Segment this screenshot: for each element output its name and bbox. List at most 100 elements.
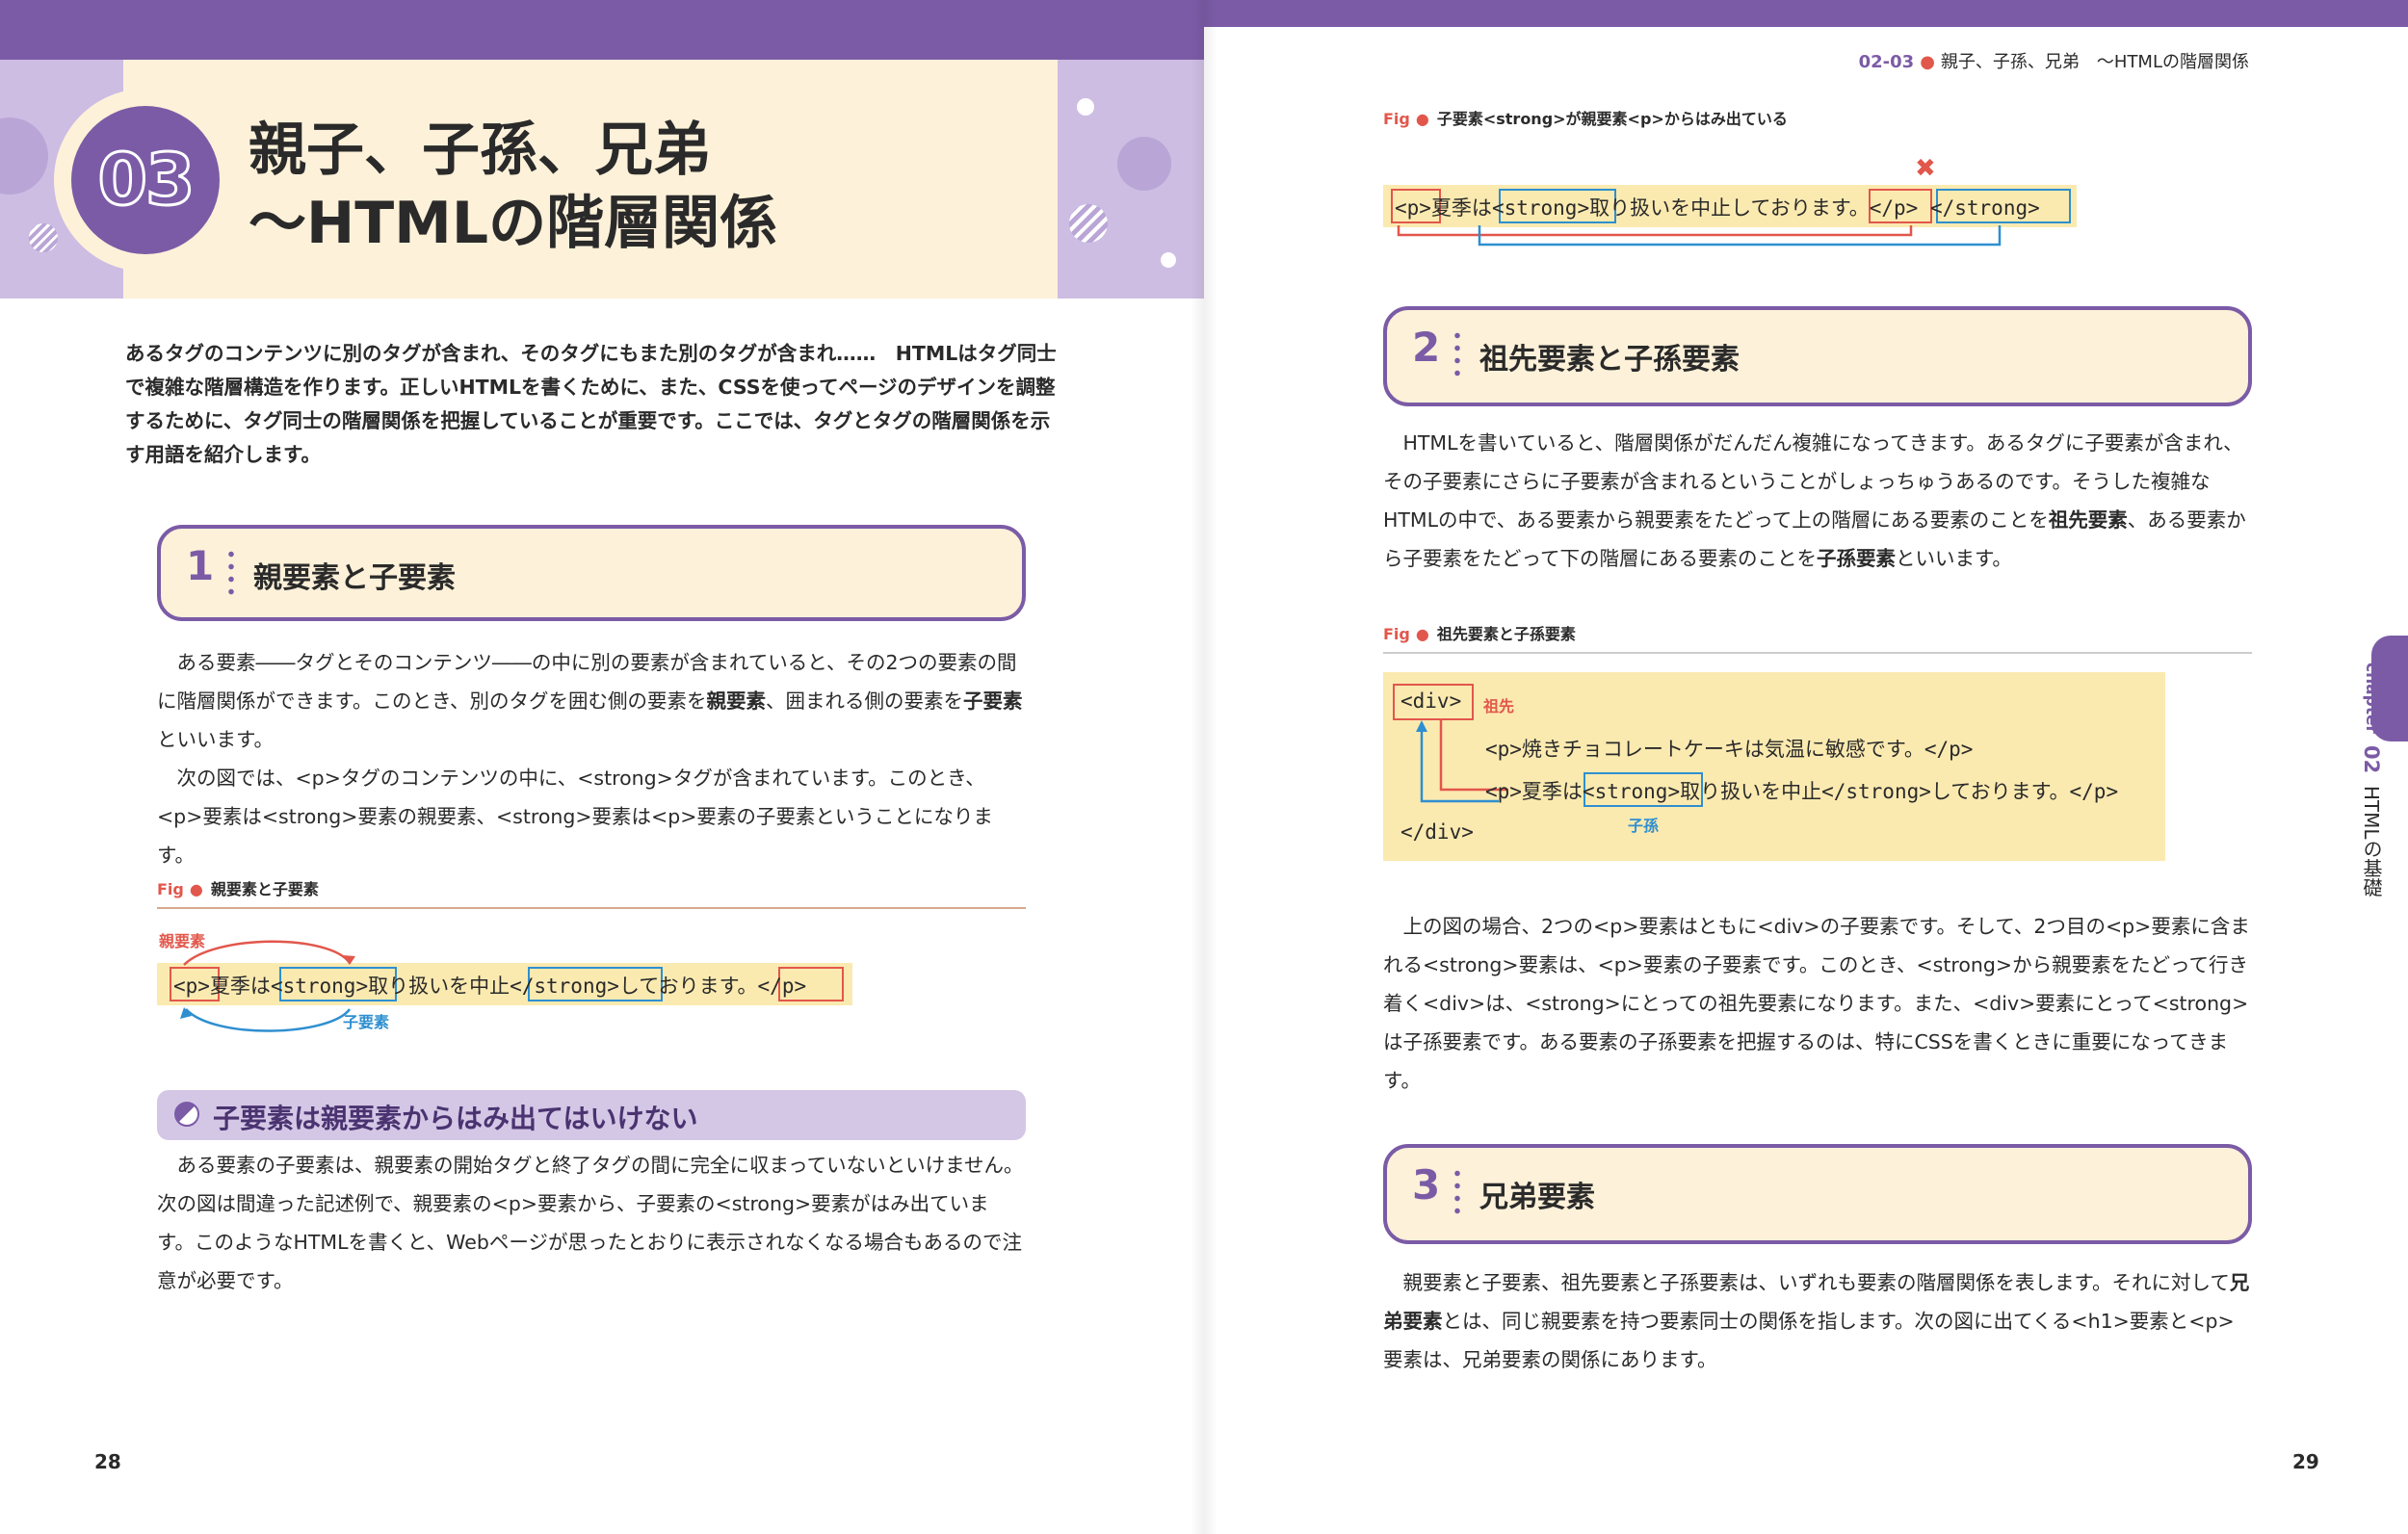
section-number: 3: [1412, 1161, 1441, 1209]
running-head: 02-03 ● 親子、子孫、兄弟 ～HTMLの階層関係: [1859, 48, 2249, 73]
descendant-arrowhead: [1416, 720, 1427, 732]
fig3-line-1: <div>: [1400, 689, 1462, 713]
figure-caption: Fig ● 親要素と子要素: [157, 876, 319, 899]
code-token: 取り扱いを中止しております。: [1589, 196, 1870, 220]
text-run: とは、同じ親要素を持つ要素同士の関係を指します。次の図に出てくる<h1>要素と<…: [1383, 1310, 2235, 1371]
figure-caption: Fig ● 祖先要素と子孫要素: [1383, 621, 1576, 644]
text-run: 、囲まれる側の要素を: [766, 689, 964, 713]
side-chapter-word: chapter: [2362, 663, 2381, 734]
section-number: 2: [1412, 324, 1441, 371]
tip-icon: [174, 1102, 199, 1127]
decor-circle: [1077, 98, 1094, 116]
error-mark-icon: ✖: [1915, 154, 1936, 183]
fig-label: Fig: [1383, 625, 1410, 643]
right-page: 02-03 ● 親子、子孫、兄弟 ～HTMLの階層関係 Fig ● 子要素<strong…: [1204, 0, 2408, 1534]
chapter-number: 03: [96, 138, 196, 223]
code-token: <strong>: [1582, 780, 1681, 803]
fig-dot: ●: [1415, 110, 1429, 128]
running-head-dot: ●: [1920, 52, 1935, 72]
section-heading-3: 3 兄弟要素: [1383, 1144, 2252, 1244]
running-head-text: 親子、子孫、兄弟 ～HTMLの階層関係: [1940, 52, 2249, 72]
code-token: <p>夏季は: [1485, 780, 1583, 803]
tip-title: 子要素は親要素からはみ出てはいけない: [213, 1103, 698, 1134]
text-run: といいます。: [1895, 547, 2012, 570]
fig-dot: ●: [189, 880, 203, 898]
chapter-title-line1: 親子、子孫、兄弟: [249, 117, 711, 184]
code-token: 取り扱いを中止: [368, 975, 510, 998]
section-divider-dots: [228, 548, 234, 598]
page-number: 29: [2292, 1450, 2319, 1473]
figure-rule: [1383, 652, 2252, 654]
child-label: 子要素: [343, 1013, 390, 1031]
code-token: 夏季は: [209, 975, 271, 998]
fig-caption-text: 祖先要素と子孫要素: [1436, 625, 1576, 643]
code-token: </p>: [757, 975, 807, 998]
p-bracket: [1397, 225, 1913, 237]
book-gutter-shadow: [1191, 0, 1217, 1534]
side-chapter-title: HTMLの基礎: [2360, 785, 2383, 897]
fig3-line-3: <p>夏季は<strong>取り扱いを中止</strong>しております。</p…: [1485, 776, 2118, 805]
top-band: [1204, 0, 2408, 27]
text-run: といいます。: [157, 728, 274, 751]
code-token: <p>: [173, 975, 210, 998]
decor-circle: [1069, 204, 1108, 243]
fig2-code: <p>夏季は<strong>取り扱いを中止しております。</p> </stron…: [1395, 193, 2040, 221]
term-ancestor: 祖先要素: [2048, 508, 2128, 532]
running-head-code: 02-03: [1858, 52, 1915, 72]
decor-circle: [0, 117, 48, 195]
fig1-code: <p>夏季は<strong>取り扱いを中止</strong>しております。</p…: [173, 971, 806, 1000]
section-heading-1: 1 親要素と子要素: [157, 525, 1026, 621]
page-number: 28: [94, 1450, 121, 1473]
fig-caption-text: 親要素と子要素: [210, 880, 319, 898]
section-title: 兄弟要素: [1479, 1181, 1595, 1214]
figure-caption: Fig ● 子要素<strong>が親要素<p>からはみ出ている: [1383, 106, 1788, 129]
left-page: 03 親子、子孫、兄弟 ～HTMLの階層関係 あるタグのコンテンツに別のタグが含…: [0, 0, 1204, 1534]
section-heading-2: 2 祖先要素と子孫要素: [1383, 306, 2252, 406]
section-title: 親要素と子要素: [253, 561, 456, 595]
section-divider-dots: [1454, 1167, 1460, 1217]
code-token: </p>: [1869, 196, 1919, 220]
fig-caption-text: 子要素<strong>が親要素<p>からはみ出ている: [1436, 110, 1788, 128]
code-token: しております。: [618, 975, 758, 998]
top-band: [0, 0, 1204, 60]
code-token: </strong>: [510, 975, 619, 998]
term-child: 子要素: [963, 689, 1023, 713]
fig-label: Fig: [157, 880, 184, 898]
chapter-side-label: chapter 02 HTMLの基礎: [2358, 663, 2386, 897]
section1-paragraph-1: ある要素――タグとそのコンテンツ――の中に別の要素が含まれていると、その2つの要…: [157, 643, 1026, 759]
chapter-title: 親子、子孫、兄弟 ～HTMLの階層関係: [249, 114, 777, 260]
code-token: <strong>: [270, 975, 369, 998]
parent-arrowhead: [343, 955, 355, 965]
fig-dot: ●: [1415, 625, 1429, 643]
tip-paragraph: ある要素の子要素は、親要素の開始タグと終了タグの間に完全に収まっていないといけま…: [157, 1154, 1024, 1292]
code-token: 夏季は: [1430, 196, 1492, 220]
decor-circle: [29, 223, 58, 252]
code-token: 取り扱いを中止</strong>しております。</p>: [1680, 780, 2119, 803]
decor-circle: [1161, 252, 1176, 268]
section1-paragraph-2: 次の図では、<p>タグのコンテンツの中に、<strong>タグが含まれています。…: [157, 767, 993, 867]
chapter-number-badge: 03: [71, 106, 220, 254]
tip-heading: 子要素は親要素からはみ出てはいけない: [157, 1090, 1026, 1140]
section-divider-dots: [1454, 329, 1460, 379]
fig2-brackets: [1397, 225, 2002, 247]
section3-paragraph: 親要素と子要素、祖先要素と子孫要素は、いずれも要素の階層関係を表します。それに対…: [1383, 1263, 2252, 1379]
chapter-title-line2: ～HTMLの階層関係: [249, 190, 778, 257]
fig3-line-4: </div>: [1400, 820, 1474, 844]
term-descendant: 子孫要素: [1816, 547, 1896, 570]
section2-paragraph: HTMLを書いていると、階層関係がだんだん複雑になってきます。あるタグに子要素が…: [1383, 424, 2252, 578]
figure-rule: [157, 907, 1026, 909]
section-title: 祖先要素と子孫要素: [1479, 343, 1740, 377]
fig3-line-2: <p>焼きチョコレートケーキは気温に敏感です。</p>: [1485, 738, 1974, 761]
code-token: <strong>: [1491, 196, 1590, 220]
term-parent: 親要素: [706, 689, 767, 713]
child-arrow: [185, 1008, 352, 1032]
parent-arrow: [183, 940, 352, 966]
fig-label: Fig: [1383, 110, 1410, 128]
code-token: <p>: [1395, 196, 1431, 220]
descendant-label: 子孫: [1628, 817, 1660, 835]
decor-circle: [1117, 137, 1171, 191]
section-number: 1: [186, 542, 215, 589]
lead-paragraph: あるタグのコンテンツに別のタグが含まれ、そのタグにもまた別のタグが含まれ…… H…: [125, 342, 1057, 466]
side-chapter-number: 02: [2360, 745, 2383, 774]
text-run: 親要素と子要素、祖先要素と子孫要素は、いずれも要素の階層関係を表します。それに対…: [1383, 1271, 2230, 1294]
